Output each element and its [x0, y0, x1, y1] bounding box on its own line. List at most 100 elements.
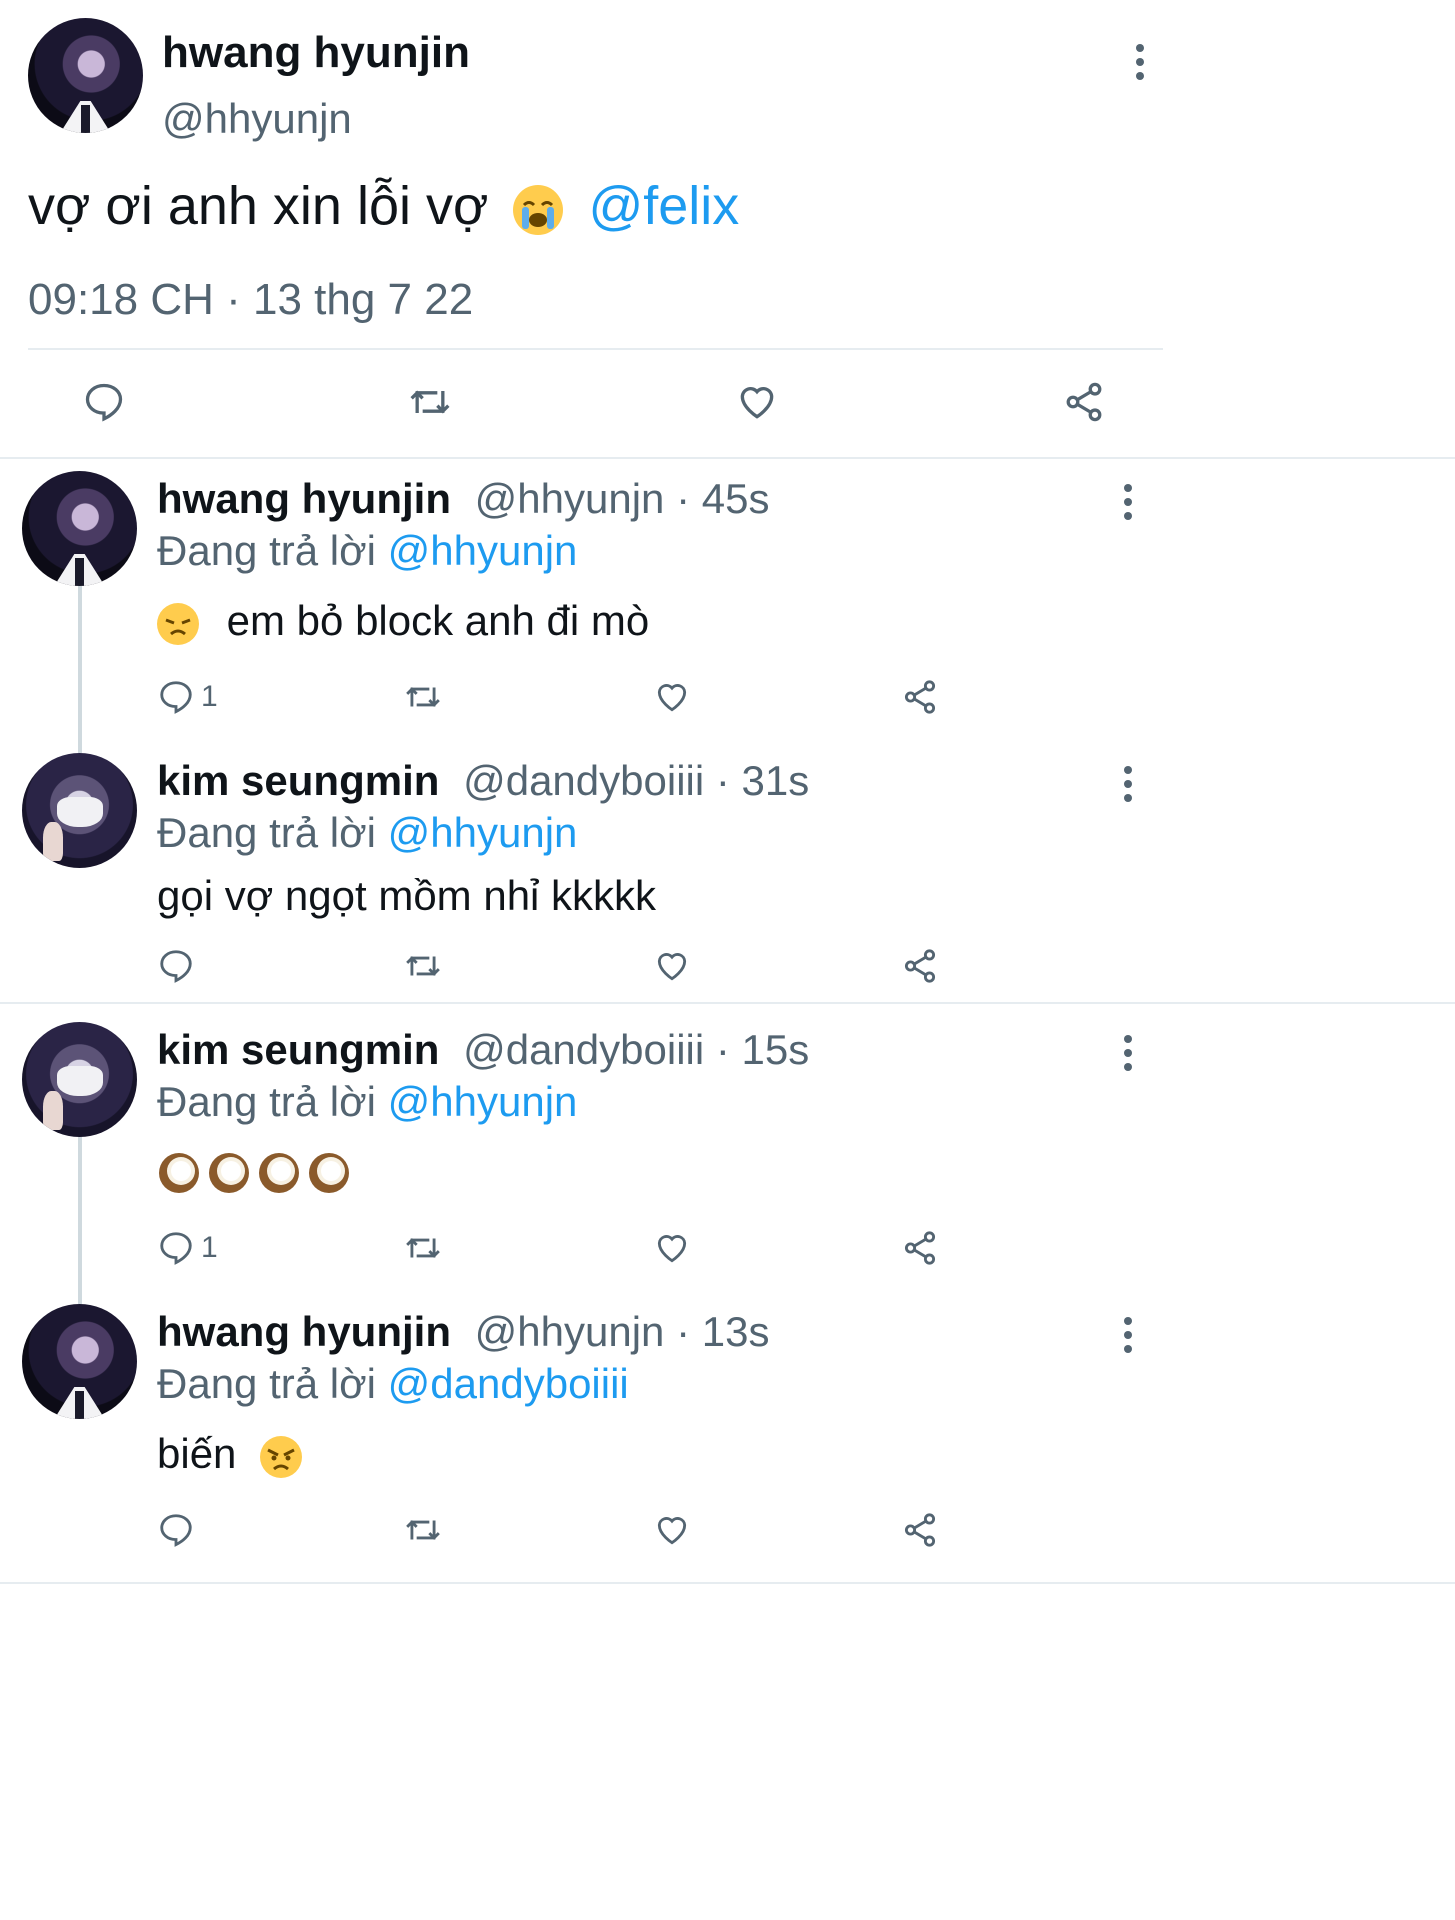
- reply-header: hwang hyunjin @hhyunjn · 13s: [157, 1308, 769, 1356]
- coconut-icon: [309, 1153, 349, 1193]
- author-meta[interactable]: @dandyboiiii · 31s: [463, 757, 809, 804]
- like-button[interactable]: [652, 947, 692, 985]
- mention-link[interactable]: @felix: [588, 176, 739, 236]
- replying-to: Đang trả lời @hhyunjn: [157, 1078, 577, 1126]
- divider: [0, 1002, 1455, 1004]
- avatar[interactable]: [28, 18, 143, 133]
- share-icon: [904, 949, 936, 983]
- coconut-icon: [209, 1153, 249, 1193]
- reply-body: biến: [157, 1430, 237, 1477]
- reply-header: hwang hyunjin @hhyunjn · 45s: [157, 475, 769, 523]
- retweet-button[interactable]: [403, 1511, 443, 1549]
- thread-line: [78, 585, 82, 753]
- share-button[interactable]: [900, 1229, 940, 1267]
- reply-icon: [160, 1514, 192, 1547]
- replying-to-label: Đang trả lời: [157, 1078, 376, 1125]
- author-meta[interactable]: @dandyboiiii · 15s: [463, 1026, 809, 1073]
- retweet-icon: [406, 1238, 440, 1258]
- author-name[interactable]: hwang hyunjin: [162, 28, 470, 78]
- author-name[interactable]: kim seungmin: [157, 757, 439, 804]
- mention-link[interactable]: @hhyunjn: [388, 1078, 578, 1125]
- reply-body: gọi vợ ngọt mồm nhỉ kkkkk: [157, 872, 657, 919]
- replying-to-label: Đang trả lời: [157, 527, 376, 574]
- retweet-button[interactable]: [403, 1229, 443, 1267]
- loudly-crying-face-icon: [513, 184, 564, 235]
- reply-button[interactable]: 1: [157, 678, 218, 716]
- divider: [0, 1582, 1455, 1584]
- like-button[interactable]: [734, 380, 780, 424]
- replying-to: Đang trả lời @hhyunjn: [157, 809, 577, 857]
- more-options-icon[interactable]: [1122, 484, 1134, 526]
- replying-to-label: Đang trả lời: [157, 809, 376, 856]
- avatar[interactable]: [22, 1304, 137, 1419]
- share-button[interactable]: [900, 1511, 940, 1549]
- reply-count: 1: [201, 1231, 218, 1264]
- reply-button[interactable]: [157, 947, 201, 985]
- reply-icon: [85, 383, 123, 422]
- author-name[interactable]: kim seungmin: [157, 1026, 439, 1073]
- like-button[interactable]: [652, 1229, 692, 1267]
- reply-button[interactable]: 1: [157, 1229, 218, 1267]
- share-button[interactable]: [900, 947, 940, 985]
- author-meta[interactable]: @hhyunjn · 45s: [475, 475, 770, 522]
- coconut-emoji-row: [157, 1151, 351, 1197]
- retweet-icon: [406, 956, 440, 976]
- mention-link[interactable]: @hhyunjn: [388, 809, 578, 856]
- reply-header: kim seungmin @dandyboiiii · 15s: [157, 1026, 809, 1074]
- retweet-button[interactable]: [407, 380, 453, 424]
- reply-text: biến: [157, 1430, 303, 1478]
- tweet-timestamp[interactable]: 09:18 CH · 13 thg 7 22: [28, 275, 473, 325]
- heart-icon: [657, 684, 687, 712]
- tweet-body: vợ ơi anh xin lỗi vợ: [28, 176, 489, 236]
- heart-icon: [657, 1235, 687, 1263]
- author-meta[interactable]: @hhyunjn · 13s: [475, 1308, 770, 1355]
- share-icon: [904, 1231, 936, 1265]
- disappointed-face-icon: [157, 602, 199, 645]
- coconut-icon: [259, 1153, 299, 1193]
- more-options-icon[interactable]: [1122, 766, 1134, 808]
- more-options-icon[interactable]: [1122, 1317, 1134, 1359]
- retweet-icon: [406, 1520, 440, 1540]
- author-name[interactable]: hwang hyunjin: [157, 1308, 451, 1355]
- share-icon: [904, 680, 936, 714]
- heart-icon: [657, 953, 687, 981]
- retweet-button[interactable]: [403, 678, 443, 716]
- reply-icon: [160, 950, 192, 983]
- coconut-icon: [159, 1153, 199, 1193]
- share-button[interactable]: [900, 678, 940, 716]
- reply-icon: [160, 681, 192, 714]
- reply-icon: [160, 1232, 192, 1265]
- author-name[interactable]: hwang hyunjin: [157, 475, 451, 522]
- replying-to: Đang trả lời @hhyunjn: [157, 527, 577, 575]
- reply-count: 1: [201, 680, 218, 713]
- reply-button[interactable]: [82, 380, 126, 424]
- more-options-icon[interactable]: [1134, 44, 1146, 86]
- like-button[interactable]: [652, 1511, 692, 1549]
- reply-text: em bỏ block anh đi mò: [157, 597, 649, 645]
- retweet-button[interactable]: [403, 947, 443, 985]
- more-options-icon[interactable]: [1122, 1035, 1134, 1077]
- reply-button[interactable]: [157, 1511, 201, 1549]
- author-handle[interactable]: @hhyunjn: [162, 95, 352, 143]
- mention-link[interactable]: @dandyboiiii: [388, 1360, 629, 1407]
- tweet-text: vợ ơi anh xin lỗi vợ @felix: [28, 175, 739, 237]
- share-button[interactable]: [1061, 380, 1107, 424]
- heart-icon: [740, 387, 774, 419]
- replying-to: Đang trả lời @dandyboiiii: [157, 1360, 629, 1408]
- thread-line: [78, 1136, 82, 1304]
- replying-to-label: Đang trả lời: [157, 1360, 376, 1407]
- retweet-icon: [406, 687, 440, 707]
- angry-face-icon: [260, 1435, 303, 1478]
- like-button[interactable]: [652, 678, 692, 716]
- reply-header: kim seungmin @dandyboiiii · 31s: [157, 757, 809, 805]
- avatar[interactable]: [22, 471, 137, 586]
- avatar[interactable]: [22, 1022, 137, 1137]
- retweet-icon: [410, 390, 450, 414]
- mention-link[interactable]: @hhyunjn: [388, 527, 578, 574]
- divider: [0, 457, 1455, 459]
- avatar[interactable]: [22, 753, 137, 868]
- divider: [28, 348, 1163, 350]
- reply-body: em bỏ block anh đi mò: [226, 597, 650, 644]
- share-icon: [1066, 382, 1102, 422]
- heart-icon: [657, 1517, 687, 1545]
